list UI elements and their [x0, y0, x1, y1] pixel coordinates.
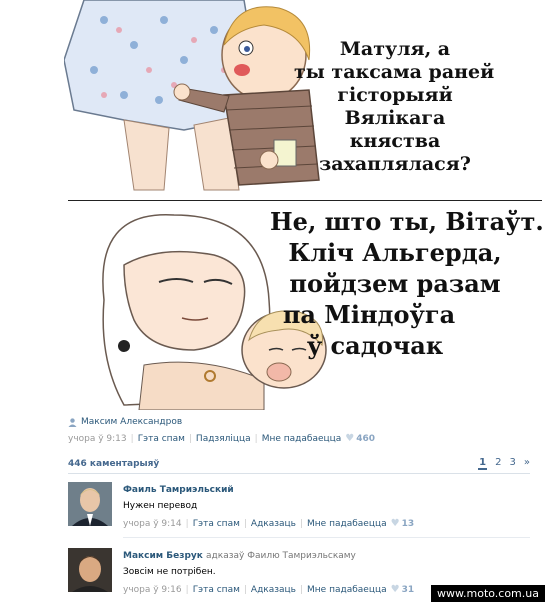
post-author-name[interactable]: Максим Александров [81, 417, 182, 427]
caption-line: Вялікага [344, 107, 446, 129]
post-meta: учора ў 9:13 | Гэта спам | Падзяліцца | … [68, 433, 375, 444]
like-link[interactable]: Мне падабаецца [262, 434, 342, 444]
post-time[interactable]: учора ў 9:13 [68, 434, 127, 444]
heart-icon[interactable]: ♥ [391, 584, 400, 595]
separator: | [243, 584, 247, 595]
comment-author: Фаиль Тамриэльский [123, 485, 234, 495]
comic-caption-panel2: Не, што ты, Вітаўт. Кліч Альгерда, пойдз… [270, 206, 544, 361]
comment-author-name[interactable]: Фаиль Тамриэльский [123, 485, 234, 495]
separator: | [185, 584, 189, 595]
user-icon [68, 417, 77, 427]
heart-icon[interactable]: ♥ [391, 518, 400, 529]
comic-caption-panel1: Матуля, а ты таксама раней гісторыяй Вял… [294, 38, 494, 176]
report-spam-link[interactable]: Гэта спам [193, 519, 240, 529]
comment-meta: учора ў 9:16 | Гэта спам | Адказаць | Мн… [123, 584, 414, 595]
like-count: 31 [401, 584, 415, 595]
report-spam-link[interactable]: Гэта спам [193, 585, 240, 595]
next-page-link[interactable]: » [524, 457, 530, 470]
caption-line: ты таксама раней [294, 61, 495, 83]
separator: | [130, 433, 134, 444]
page-2-link[interactable]: 2 [495, 457, 501, 470]
reply-to-text[interactable]: адказаў Фаилю Тамриэльскаму [206, 551, 356, 561]
caption-line: Матуля, а [339, 38, 451, 60]
comment-meta: учора ў 9:14 | Гэта спам | Адказаць | Мн… [123, 518, 414, 529]
avatar[interactable] [68, 548, 112, 592]
caption-line: пойдзем разам [289, 269, 501, 298]
comment-text: Зовсім не потрібен. [123, 567, 216, 577]
comment-author: Максим Безрук адказаў Фаилю Тамриэльскам… [123, 551, 356, 561]
avatar[interactable] [68, 482, 112, 526]
avatar-photo [68, 482, 112, 526]
divider [123, 537, 530, 538]
separator: | [188, 433, 192, 444]
like-link[interactable]: Мне падабаецца [307, 585, 387, 595]
separator: | [243, 518, 247, 529]
comment-time[interactable]: учора ў 9:16 [123, 585, 182, 595]
comment-text: Нужен перевод [123, 501, 198, 511]
comments-count: 446 каментарыяў [68, 459, 160, 469]
page-3-link[interactable]: 3 [510, 457, 516, 470]
caption-line: Кліч Альгерда, [288, 238, 502, 267]
pagination: 1 2 3 » [478, 457, 530, 470]
heart-icon[interactable]: ♥ [345, 433, 354, 444]
like-count: 460 [356, 433, 376, 444]
reply-link[interactable]: Адказаць [251, 519, 296, 529]
comment-author-name[interactable]: Максим Безрук [123, 551, 203, 561]
like-link[interactable]: Мне падабаецца [307, 519, 387, 529]
caption-line: гісторыяй [337, 84, 453, 106]
divider [68, 473, 530, 474]
caption-line: ў садочак [306, 331, 444, 360]
page: Матуля, а ты таксама раней гісторыяй Вял… [0, 0, 547, 604]
panel-divider [68, 200, 542, 201]
separator: | [254, 433, 258, 444]
caption-line: захаплялася? [319, 153, 471, 175]
page-1-link[interactable]: 1 [478, 457, 488, 470]
like-count: 13 [401, 518, 415, 529]
separator: | [299, 518, 304, 529]
report-spam-link[interactable]: Гэта спам [138, 434, 185, 444]
avatar-photo [68, 548, 112, 592]
separator: | [299, 584, 304, 595]
caption-line: княства [349, 130, 441, 152]
share-link[interactable]: Падзяліцца [196, 434, 251, 444]
post-author[interactable]: Максим Александров [68, 417, 182, 427]
reply-link[interactable]: Адказаць [251, 585, 296, 595]
comment-time[interactable]: учора ў 9:14 [123, 519, 182, 529]
caption-line: па Міндоўга [282, 300, 456, 329]
watermark: www.moto.com.ua [431, 585, 545, 602]
separator: | [185, 518, 189, 529]
caption-line: Не, што ты, Вітаўт. [270, 207, 544, 236]
